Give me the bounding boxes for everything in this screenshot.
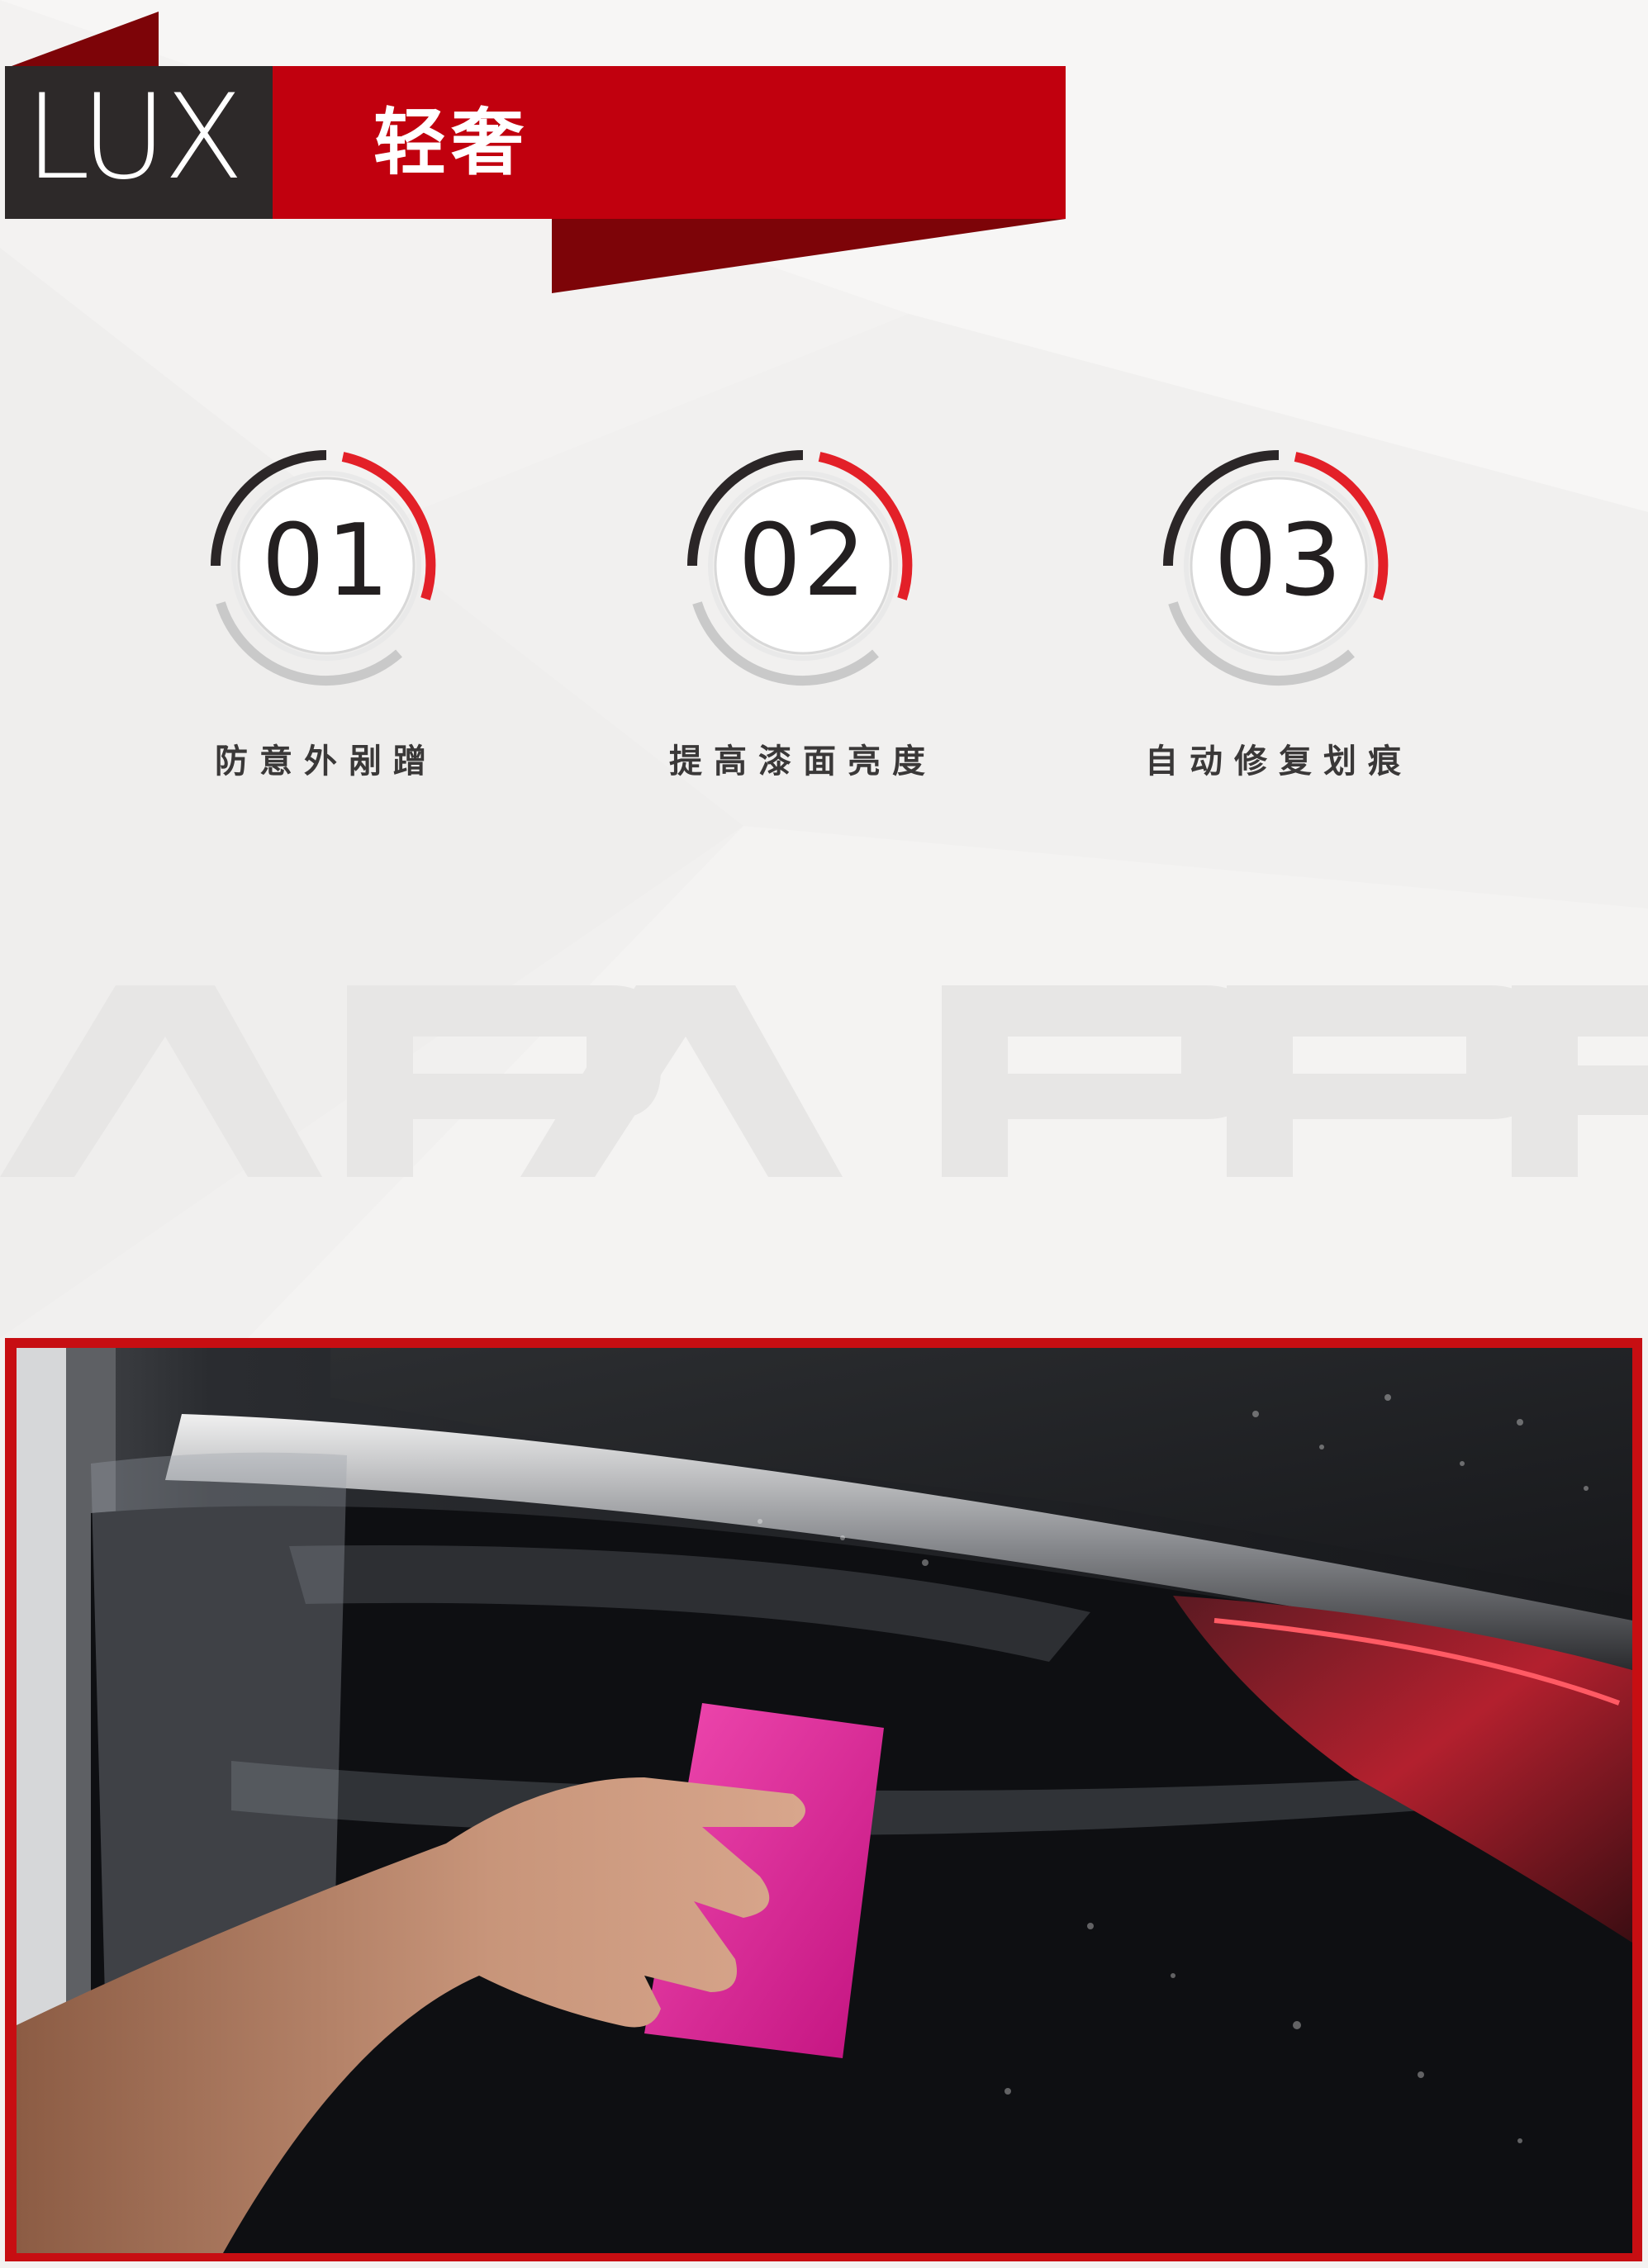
feature-number: 03 bbox=[1213, 504, 1344, 619]
feature-number: 01 bbox=[261, 504, 392, 619]
apa-ppf-watermark bbox=[0, 985, 1648, 1177]
feature-number: 02 bbox=[738, 504, 868, 619]
feature-label: 防意外剐蹭 bbox=[215, 743, 438, 781]
photo-frame bbox=[5, 1338, 1642, 2261]
feature-item: 02 提高漆面亮度 bbox=[669, 442, 927, 805]
feature-label: 自动修复划痕 bbox=[1145, 743, 1413, 781]
feature-label: 提高漆面亮度 bbox=[669, 743, 937, 781]
lux-tag: LUX bbox=[25, 69, 244, 206]
feature-item: 03 自动修复划痕 bbox=[1145, 442, 1403, 805]
page-title: 轻奢 bbox=[373, 100, 530, 185]
feature-item: 01 防意外剐蹭 bbox=[202, 442, 450, 805]
car-taillight-photo bbox=[17, 1348, 1632, 2253]
